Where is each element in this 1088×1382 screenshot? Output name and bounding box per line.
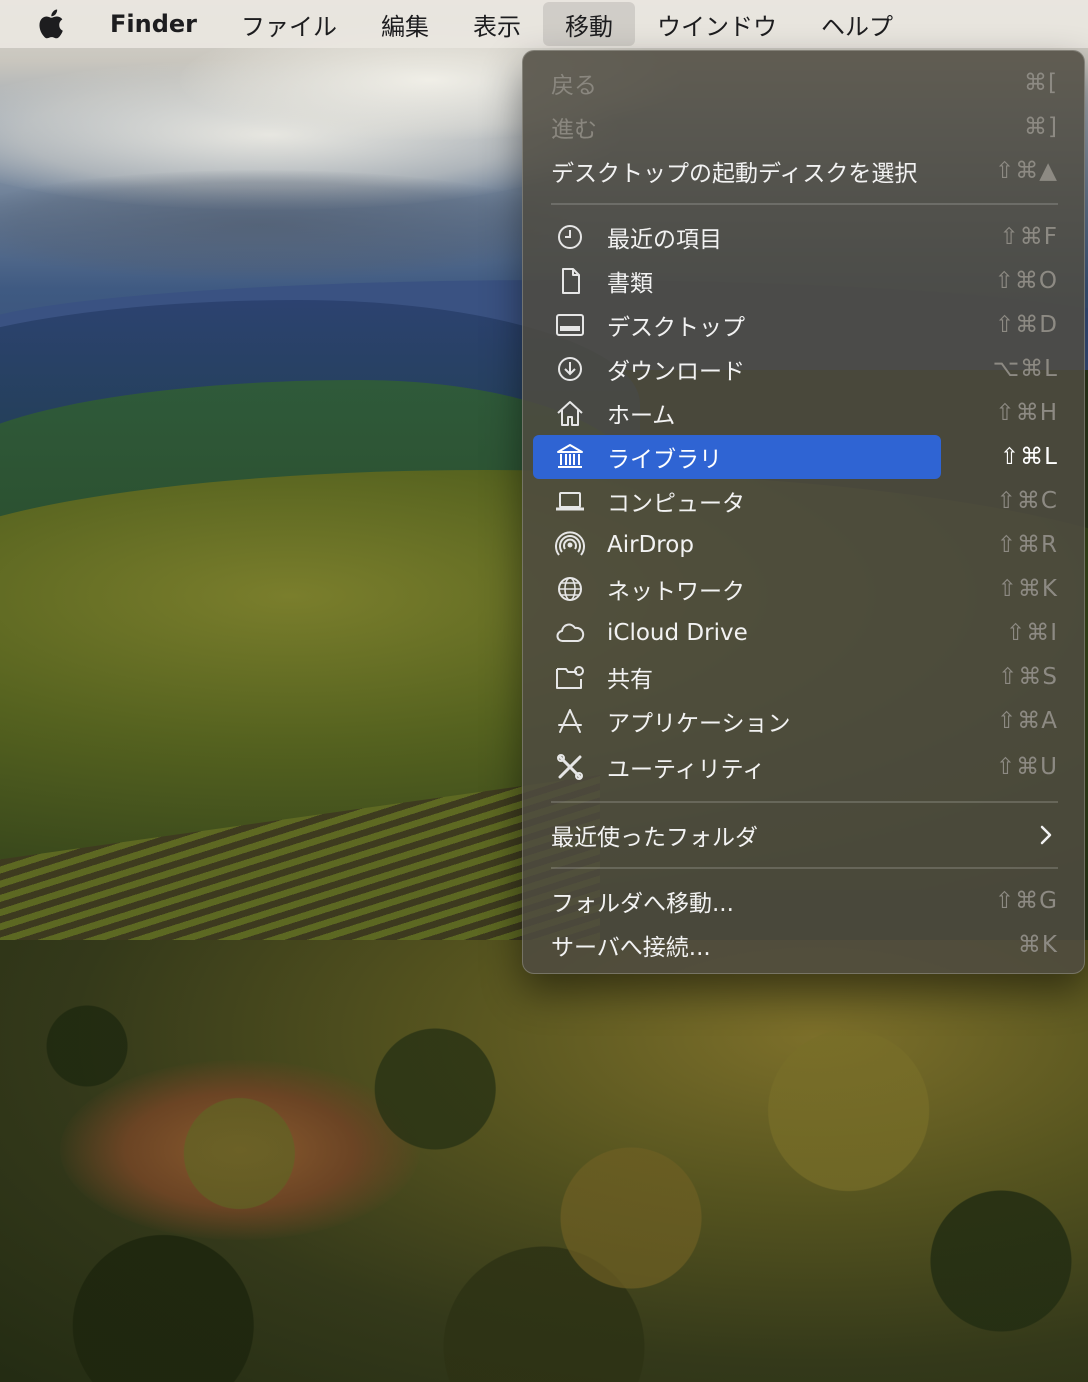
menu-item-label: 書類 <box>607 271 653 297</box>
menu-item-label: 戻る <box>551 73 597 99</box>
globe-icon <box>555 575 585 603</box>
shortcut: ⌘K <box>1017 932 1058 958</box>
selection-highlight <box>533 435 941 479</box>
menu-item-forward[interactable]: 進む ⌘] <box>533 105 1076 149</box>
menu-item-downloads[interactable]: ダウンロード ⌥⌘L <box>533 347 1076 391</box>
shortcut: ⇧⌘U <box>995 754 1058 780</box>
shortcut: ⇧⌘O <box>994 268 1058 294</box>
menu-item-label: ネットワーク <box>607 579 745 605</box>
menu-item-label: サーバへ接続... <box>551 935 711 961</box>
download-icon <box>555 355 585 383</box>
shortcut: ⇧⌘K <box>997 576 1058 602</box>
shortcut: ⇧⌘C <box>996 488 1058 514</box>
home-icon <box>555 399 585 427</box>
desktop-icon <box>555 311 585 339</box>
menu-item-network[interactable]: ネットワーク ⇧⌘K <box>533 567 1076 611</box>
menu-item-documents[interactable]: 書類 ⇧⌘O <box>533 259 1076 303</box>
menu-item-label: フォルダへ移動... <box>551 891 734 917</box>
menu-item-label: ユーティリティ <box>607 757 766 783</box>
menu-item-startup-disk[interactable]: デスクトップの起動ディスクを選択 ⇧⌘▲ <box>533 149 1076 193</box>
menu-item-icloud-drive[interactable]: iCloud Drive ⇧⌘I <box>533 611 1076 655</box>
menu-item-label: iCloud Drive <box>607 620 748 646</box>
airdrop-icon <box>555 531 585 559</box>
menu-item-recent-folders[interactable]: 最近使ったフォルダ <box>533 813 1076 857</box>
shortcut: ⇧⌘H <box>995 400 1058 426</box>
shortcut: ⇧⌘D <box>995 312 1058 338</box>
menu-item-connect-to-server[interactable]: サーバへ接続... ⌘K <box>533 923 1076 967</box>
menu-finder[interactable]: Finder <box>94 0 219 48</box>
go-menu-dropdown: 戻る ⌘[ 進む ⌘] デスクトップの起動ディスクを選択 ⇧⌘▲ 最近の項目 ⇧… <box>522 50 1085 974</box>
shortcut: ⇧⌘A <box>996 708 1058 734</box>
menu-item-label: 最近使ったフォルダ <box>551 825 758 851</box>
apple-logo-icon[interactable] <box>36 7 70 41</box>
menu-item-airdrop[interactable]: AirDrop ⇧⌘R <box>533 523 1076 567</box>
library-icon <box>555 443 585 471</box>
shortcut: ⌥⌘L <box>992 356 1058 382</box>
menu-bar: Finder ファイル 編集 表示 移動 ウインドウ ヘルプ <box>0 0 1088 48</box>
menu-item-recents[interactable]: 最近の項目 ⇧⌘F <box>533 215 1076 259</box>
menu-item-label: ライブラリ <box>607 447 722 473</box>
menu-item-computer[interactable]: コンピュータ ⇧⌘C <box>533 479 1076 523</box>
menu-item-label: ホーム <box>607 403 676 429</box>
menu-item-shared[interactable]: 共有 ⇧⌘S <box>533 655 1076 699</box>
menu-item-label: ダウンロード <box>607 359 745 385</box>
shortcut: ⌘] <box>1024 114 1058 140</box>
menu-window[interactable]: ウインドウ <box>635 0 799 48</box>
shortcut: ⇧⌘S <box>998 664 1058 690</box>
menu-item-back[interactable]: 戻る ⌘[ <box>533 61 1076 105</box>
shortcut: ⇧⌘I <box>1005 620 1058 646</box>
cloud-icon <box>555 619 585 647</box>
shortcut: ⇧⌘L <box>999 444 1058 470</box>
menu-item-go-to-folder[interactable]: フォルダへ移動... ⇧⌘G <box>533 879 1076 923</box>
chevron-right-icon <box>1040 825 1052 845</box>
menu-item-utilities[interactable]: ユーティリティ ⇧⌘U <box>533 745 1076 789</box>
utilities-icon <box>555 753 585 781</box>
menu-item-label: デスクトップの起動ディスクを選択 <box>551 161 918 187</box>
shared-folder-icon <box>555 663 585 691</box>
document-icon <box>555 267 585 295</box>
shortcut: ⇧⌘F <box>999 224 1058 250</box>
laptop-icon <box>555 487 585 515</box>
menu-go[interactable]: 移動 <box>543 2 635 46</box>
menu-item-desktop[interactable]: デスクトップ ⇧⌘D <box>533 303 1076 347</box>
menu-item-home[interactable]: ホーム ⇧⌘H <box>533 391 1076 435</box>
menu-edit[interactable]: 編集 <box>359 0 451 48</box>
menu-item-label: コンピュータ <box>607 491 745 517</box>
menu-item-label: アプリケーション <box>607 711 791 737</box>
shortcut: ⌘[ <box>1024 70 1058 96</box>
clock-icon <box>555 223 585 251</box>
menu-view[interactable]: 表示 <box>451 0 543 48</box>
applications-icon <box>555 707 585 735</box>
menu-separator <box>551 203 1058 205</box>
menu-item-label: 進む <box>551 117 597 143</box>
menu-separator <box>551 801 1058 803</box>
menu-item-library[interactable]: ライブラリ ⇧⌘L <box>533 435 1076 479</box>
menu-item-label: 最近の項目 <box>607 227 722 253</box>
shortcut: ⇧⌘▲ <box>995 158 1058 184</box>
menu-file[interactable]: ファイル <box>219 0 359 48</box>
menu-help[interactable]: ヘルプ <box>799 0 915 48</box>
shortcut: ⇧⌘R <box>996 532 1058 558</box>
menu-separator <box>551 867 1058 869</box>
menu-item-label: 共有 <box>607 667 653 693</box>
menu-item-label: AirDrop <box>607 532 694 558</box>
menu-item-label: デスクトップ <box>607 315 745 341</box>
menu-item-applications[interactable]: アプリケーション ⇧⌘A <box>533 699 1076 743</box>
shortcut: ⇧⌘G <box>994 888 1058 914</box>
